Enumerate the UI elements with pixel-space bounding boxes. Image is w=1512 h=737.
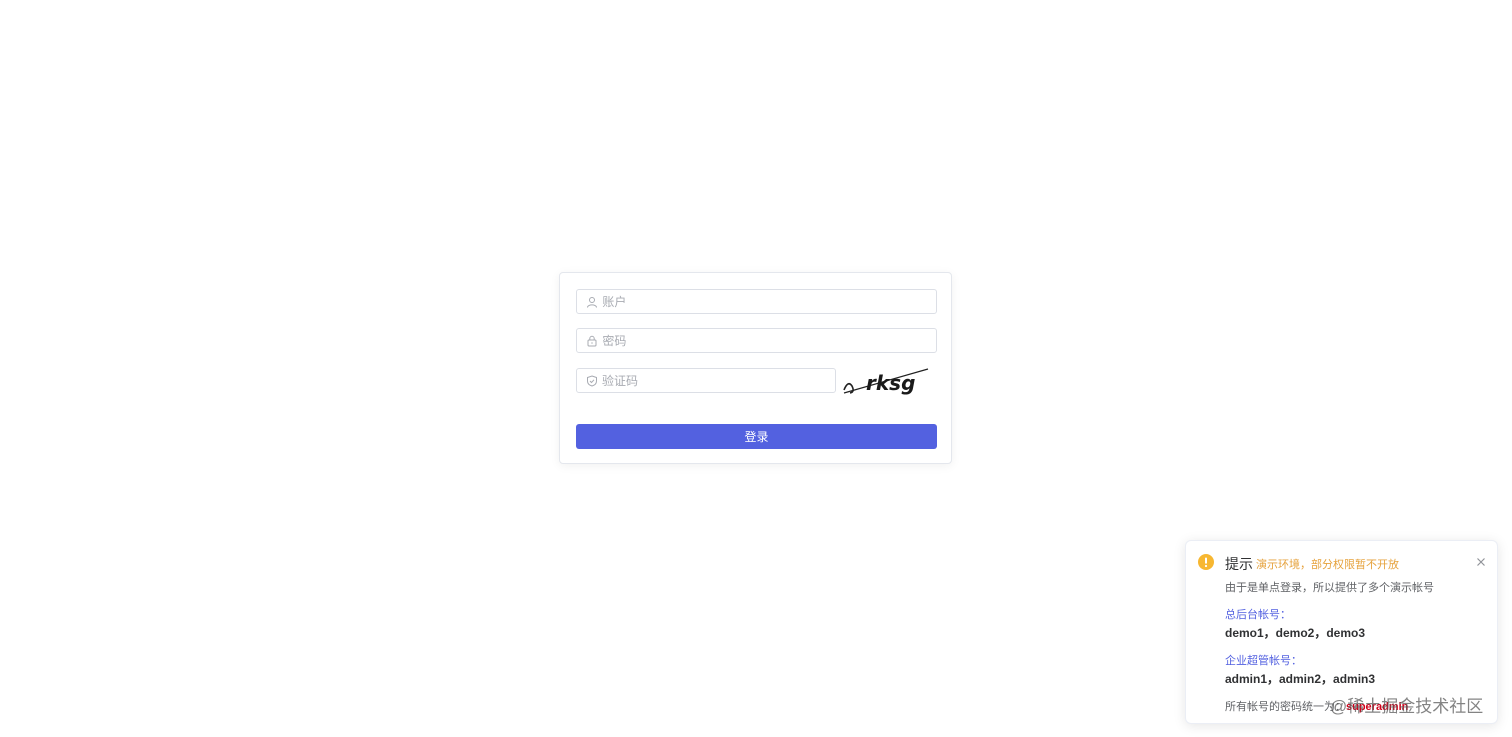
login-button[interactable]: 登录 — [576, 424, 937, 449]
captcha-field[interactable] — [576, 368, 836, 393]
notification-title: 提示 — [1225, 556, 1253, 572]
password-field[interactable] — [576, 328, 937, 353]
enterprise-accounts-list: admin1，admin2，admin3 — [1225, 672, 1376, 686]
warning-icon — [1198, 554, 1214, 570]
watermark: @稀土掘金技术社区 — [1330, 697, 1484, 716]
user-icon — [585, 295, 598, 309]
captcha-input[interactable] — [602, 373, 835, 388]
shield-icon — [585, 374, 598, 388]
lock-icon — [585, 334, 598, 348]
captcha-image[interactable]: rksg — [842, 366, 932, 398]
account-field[interactable] — [576, 289, 937, 314]
login-card: rksg 登录 — [559, 272, 952, 464]
password-input[interactable] — [602, 333, 936, 348]
notification-intro: 由于是单点登录，所以提供了多个演示帐号 — [1225, 582, 1434, 594]
notification-subtitle: 演示环境，部分权限暂不开放 — [1256, 559, 1399, 571]
admin-accounts-label: 总后台帐号： — [1225, 609, 1291, 621]
captcha-text: rksg — [866, 371, 915, 395]
password-note-text: 所有帐号的密码统一为： — [1225, 701, 1346, 713]
enterprise-accounts-label: 企业超管帐号： — [1225, 655, 1302, 667]
admin-accounts-list: demo1，demo2，demo3 — [1225, 626, 1366, 640]
close-icon[interactable] — [1475, 555, 1487, 567]
account-input[interactable] — [602, 294, 936, 309]
